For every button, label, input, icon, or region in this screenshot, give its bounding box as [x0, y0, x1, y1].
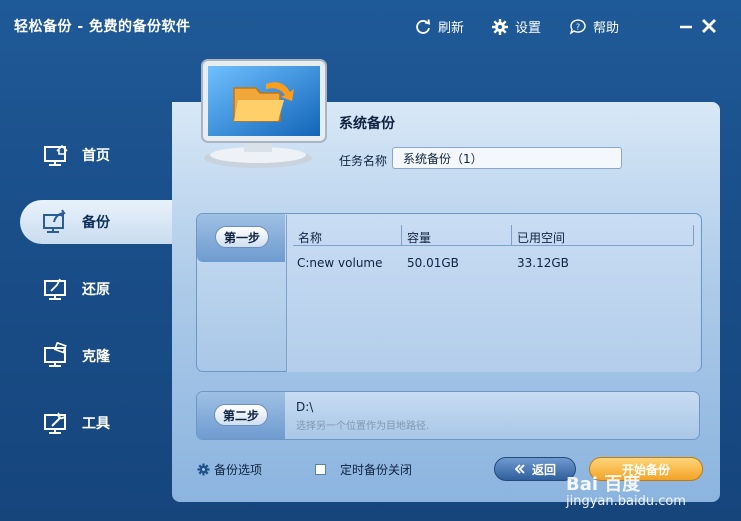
help-label: 帮助	[593, 21, 620, 36]
cell-partition-name: C:new volume	[297, 256, 383, 270]
column-divider	[511, 225, 512, 245]
column-header-used-space: 已用空间	[517, 231, 566, 245]
step1-button[interactable]: 第一步	[215, 226, 269, 248]
schedule-checkbox[interactable]	[315, 464, 326, 475]
sidebar-item-tools[interactable]: 工具	[20, 401, 172, 445]
restore-monitor-icon	[44, 278, 66, 300]
table-header-line	[293, 245, 693, 246]
sidebar-item-home[interactable]: 首页	[20, 133, 172, 177]
baidu-watermark: Bai 百度 jingyan.baidu.com	[566, 474, 686, 510]
minimize-icon[interactable]	[677, 17, 695, 35]
cell-capacity: 50.01GB	[407, 256, 459, 270]
close-icon[interactable]	[700, 17, 718, 35]
source-disk-table[interactable]: 名称 容量 已用空间 C:new volume 50.01GB 33.12GB	[286, 215, 700, 372]
gear-icon	[492, 18, 508, 35]
column-divider	[401, 225, 402, 245]
watermark-brand: Bai 百度	[566, 474, 641, 495]
sidebar-item-label: 备份	[82, 215, 110, 231]
back-label: 返回	[531, 462, 556, 477]
sidebar-item-label: 克隆	[82, 349, 110, 365]
help-button[interactable]: ? 帮助	[569, 17, 619, 36]
sidebar-item-label: 工具	[82, 416, 110, 432]
sidebar-item-backup[interactable]: 备份	[20, 200, 173, 244]
help-chat-icon: ?	[569, 18, 586, 35]
refresh-button[interactable]: 刷新	[414, 17, 464, 36]
double-chevron-left-icon	[514, 464, 525, 474]
clone-monitor-icon	[44, 342, 67, 367]
gear-icon	[197, 463, 210, 476]
sidebar-item-label: 首页	[82, 148, 110, 164]
settings-label: 设置	[515, 21, 542, 36]
destination-hint: 选择另一个位置作为目地路径.	[296, 421, 430, 432]
tools-monitor-icon	[44, 412, 66, 434]
sidebar-item-label: 还原	[82, 282, 110, 298]
step2-button[interactable]: 第二步	[214, 404, 268, 426]
destination-path: D:\	[296, 400, 314, 414]
step2-destination-box[interactable]	[196, 391, 700, 440]
cell-used-space: 33.12GB	[517, 256, 569, 270]
section-title: 系统备份	[339, 116, 395, 132]
app-title: 轻松备份 - 免费的备份软件	[14, 19, 191, 35]
app-window: 轻松备份 - 免费的备份软件 刷新 设置 ? 帮助 首页 备份 还原 克隆 工具…	[0, 0, 741, 521]
backup-monitor-icon	[43, 209, 66, 233]
svg-text:?: ?	[576, 22, 580, 31]
settings-button[interactable]: 设置	[491, 17, 541, 36]
backup-options-link[interactable]: 备份选项	[197, 461, 262, 478]
task-name-label: 任务名称	[339, 154, 388, 168]
refresh-label: 刷新	[438, 21, 465, 36]
home-monitor-icon	[44, 144, 68, 166]
refresh-icon	[416, 18, 431, 34]
back-button[interactable]: 返回	[494, 457, 576, 481]
schedule-label: 定时备份关闭	[340, 463, 413, 477]
sidebar-item-restore[interactable]: 还原	[20, 267, 172, 311]
column-divider	[693, 225, 694, 245]
column-header-name: 名称	[298, 231, 323, 245]
task-name-input[interactable]	[392, 147, 622, 169]
sidebar-item-clone[interactable]: 克隆	[20, 334, 172, 378]
backup-options-label: 备份选项	[214, 463, 263, 477]
column-header-capacity: 容量	[407, 231, 432, 245]
watermark-url: jingyan.baidu.com	[566, 494, 686, 509]
schedule-toggle[interactable]: 定时备份关闭	[315, 461, 412, 478]
backup-monitor-illustration	[201, 59, 327, 168]
title-bar: 轻松备份 - 免费的备份软件 刷新 设置 ? 帮助	[0, 0, 741, 56]
